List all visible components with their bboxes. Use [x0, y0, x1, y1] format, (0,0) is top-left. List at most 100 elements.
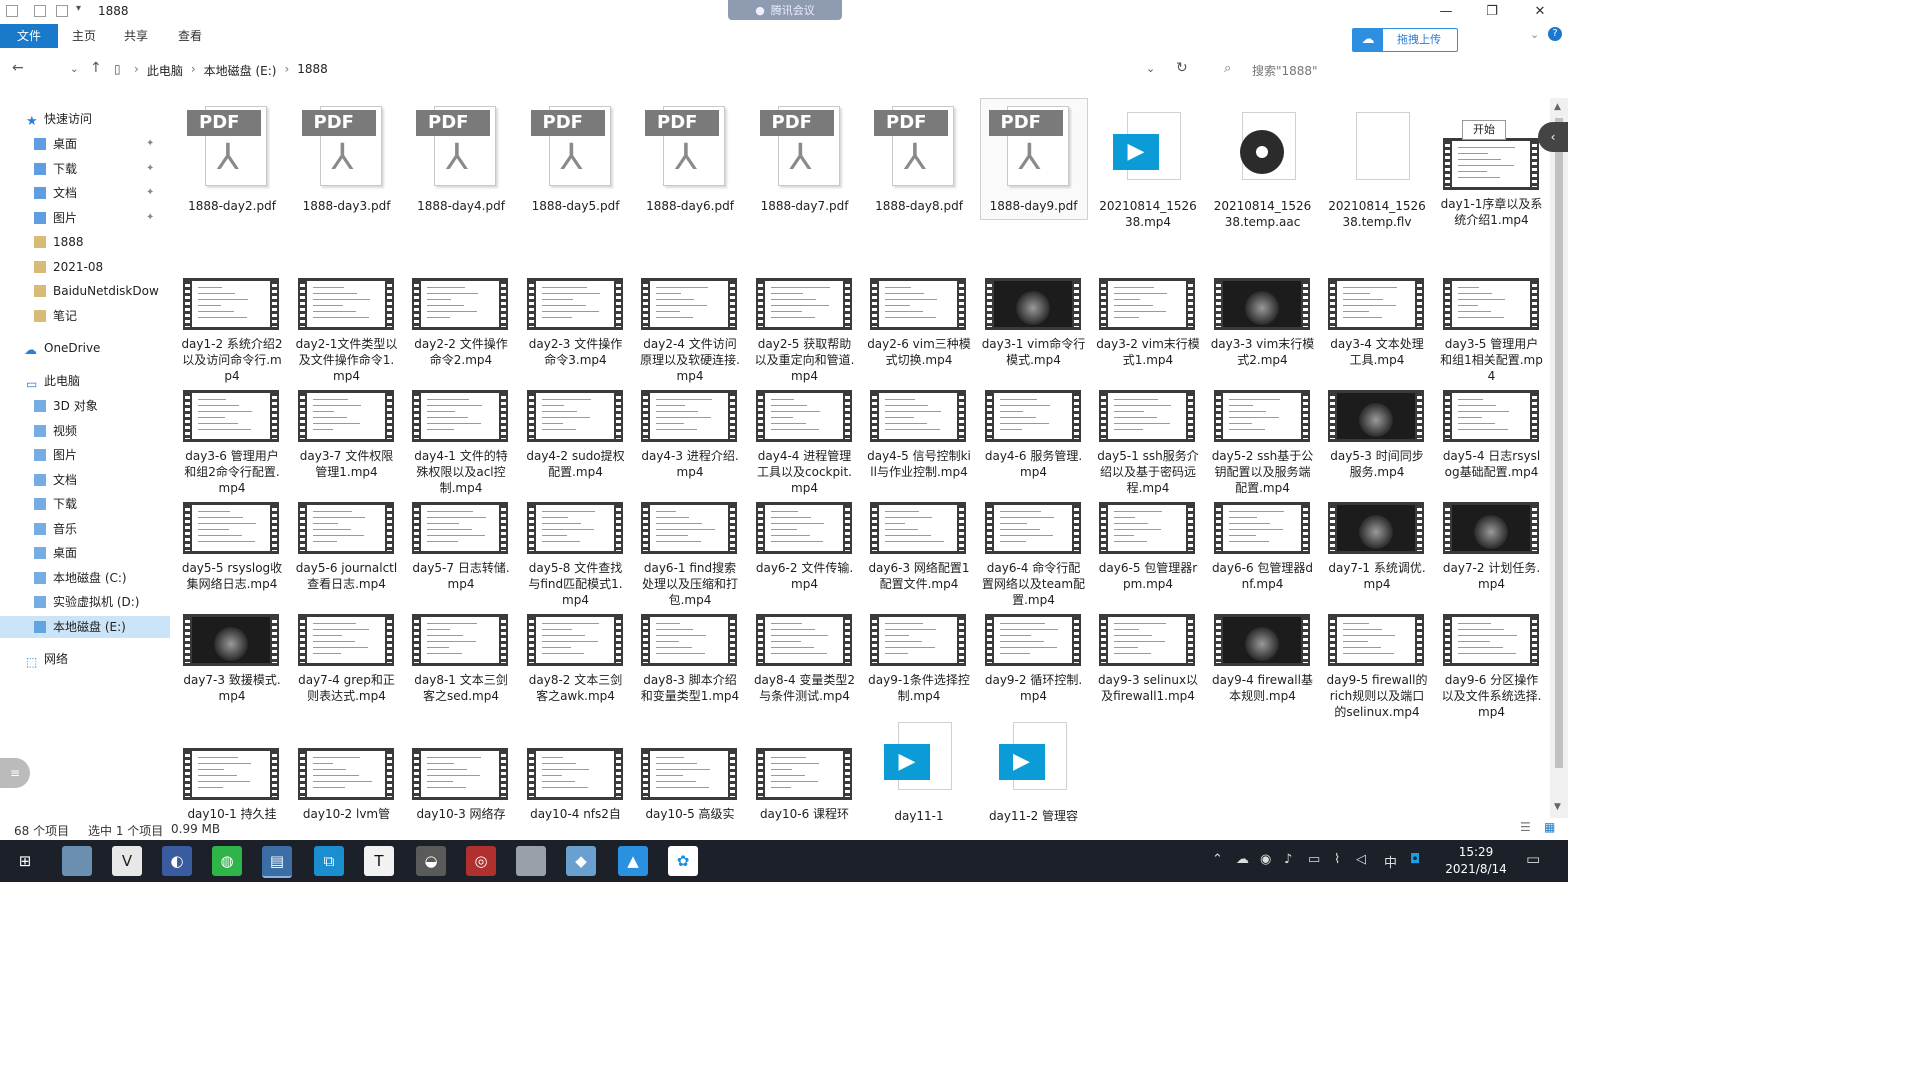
tab-share[interactable]: 共享 [114, 24, 158, 48]
nav-this-pc[interactable]: ▭ 此电脑 [0, 370, 170, 392]
file-item[interactable]: day8-1 文本三剑客之sed.mp4 [409, 574, 513, 703]
help-icon[interactable]: ? [1548, 27, 1562, 41]
wifi-icon[interactable]: ⌇ [1334, 852, 1340, 867]
file-item[interactable]: day6-1 find搜索处理以及压缩和打包.mp4 [638, 462, 742, 607]
volume-icon[interactable]: ◁ [1356, 852, 1366, 867]
file-item[interactable]: day5-6 journalctl查看日志.mp4 [295, 462, 399, 591]
file-item[interactable]: day1-2 系统介绍2以及访问命令行.mp4 [180, 238, 284, 383]
file-item[interactable]: day6-5 包管理器rpm.mp4 [1096, 462, 1200, 591]
music-app-icon[interactable]: ◎ [466, 846, 496, 876]
tray-app-icon[interactable]: ◉ [1260, 852, 1271, 867]
file-item[interactable]: day4-5 信号控制kill与作业控制.mp4 [867, 350, 971, 479]
notes-app-icon[interactable]: ◆ [566, 846, 596, 876]
file-item[interactable]: day2-3 文件操作命令3.mp4 [524, 238, 628, 367]
nav-pc-item[interactable]: 本地磁盘 (C:) [0, 567, 170, 589]
file-item[interactable]: day9-2 循环控制.mp4 [982, 574, 1086, 703]
baidu-netdisk-icon[interactable]: ✿ [668, 846, 698, 876]
file-item[interactable]: day2-4 文件访问原理以及软硬连接.mp4 [638, 238, 742, 383]
file-item[interactable]: day5-2 ssh基于公钥配置以及服务端配置.mp4 [1211, 350, 1315, 495]
file-item[interactable]: day8-2 文本三剑客之awk.mp4 [524, 574, 628, 703]
nav-pc-item[interactable]: 音乐 [0, 518, 170, 540]
image-viewer-icon[interactable] [516, 846, 546, 876]
file-item[interactable]: day5-1 ssh服务介绍以及基于密码远程.mp4 [1096, 350, 1200, 495]
file-item[interactable]: day3-7 文件权限管理1.mp4 [295, 350, 399, 479]
nav-quick-item[interactable]: 笔记 [0, 305, 170, 327]
details-view-icon[interactable]: ☰ [1520, 820, 1531, 834]
nav-quick-item[interactable]: 桌面 ✦ [0, 133, 170, 155]
file-item[interactable]: PDF ⅄ 1888-day3.pdf [295, 98, 399, 213]
file-item[interactable]: 20210814_152638.temp.flv [1325, 98, 1429, 229]
file-item[interactable]: day5-5 rsyslog收集网络日志.mp4 [180, 462, 284, 591]
file-item[interactable]: PDF ⅄ 1888-day4.pdf [409, 98, 513, 213]
ime-indicator[interactable]: 中 [1384, 852, 1397, 871]
browser-icon[interactable]: ◐ [162, 846, 192, 876]
file-item[interactable]: day1-1序章以及系统介绍1.mp4 [1440, 98, 1544, 227]
large-icons-view-icon[interactable]: ▦ [1544, 820, 1555, 834]
refresh-icon[interactable]: ↻ [1176, 60, 1188, 76]
nav-onedrive[interactable]: ☁ OneDrive [0, 337, 170, 359]
nav-pc-item[interactable]: 本地磁盘 (E:) [0, 615, 170, 638]
file-item[interactable]: 20210814_152638.temp.aac [1211, 98, 1315, 229]
maximize-button[interactable]: ❐ [1472, 2, 1512, 22]
nav-pc-item[interactable]: 文档 [0, 469, 170, 491]
tray-baidu-icon[interactable]: ☁ [1236, 852, 1249, 867]
ribbon-expand-icon[interactable]: ⌄ [1530, 28, 1539, 41]
battery-icon[interactable]: ▭ [1308, 852, 1320, 867]
file-item[interactable]: day2-6 vim三种模式切换.mp4 [867, 238, 971, 367]
file-item[interactable]: day5-8 文件查找与find匹配模式1.mp4 [524, 462, 628, 607]
file-item[interactable]: day10-1 持久挂 [180, 708, 284, 821]
file-item[interactable]: day2-2 文件操作命令2.mp4 [409, 238, 513, 367]
file-item[interactable]: day7-1 系统调优.mp4 [1325, 462, 1429, 591]
breadcrumb-current-folder[interactable]: 1888 [297, 62, 328, 79]
file-item[interactable]: day7-3 致援模式.mp4 [180, 574, 284, 703]
file-item[interactable]: day9-6 分区操作以及文件系统选择.mp4 [1440, 574, 1544, 719]
nav-pc-item[interactable]: 3D 对象 [0, 395, 170, 417]
close-button[interactable]: ✕ [1520, 2, 1560, 22]
file-item[interactable]: day8-4 变量类型2与条件测试.mp4 [753, 574, 857, 703]
tab-file[interactable]: 文件 [0, 24, 58, 48]
nav-quick-item[interactable]: 1888 [0, 231, 170, 253]
photos-icon[interactable]: ▲ [618, 846, 648, 876]
file-item[interactable]: day6-2 文件传输.mp4 [753, 462, 857, 591]
file-item[interactable]: day4-4 进程管理工具以及cockpit.mp4 [753, 350, 857, 495]
file-item[interactable]: day3-1 vim命令行模式.mp4 [982, 238, 1086, 367]
typora-icon[interactable]: T [364, 846, 394, 876]
nav-pc-item[interactable]: 图片 [0, 444, 170, 466]
nav-pc-item[interactable]: 下载 [0, 493, 170, 515]
file-item[interactable]: day10-4 nfs2自 [524, 708, 628, 821]
drag-upload-button[interactable]: ☁ 拖拽上传 [1352, 28, 1458, 52]
breadcrumb-drive-e[interactable]: 本地磁盘 (E:) [204, 62, 277, 79]
file-item[interactable]: day5-3 时间同步服务.mp4 [1325, 350, 1429, 479]
scrollbar-thumb[interactable] [1555, 118, 1563, 768]
photo-app-icon[interactable] [62, 846, 92, 876]
file-item[interactable]: day3-5 管理用户和组1相关配置.mp4 [1440, 238, 1544, 383]
windows-icon[interactable]: ⊞ [10, 846, 40, 876]
pin-icon[interactable]: ✦ [146, 182, 154, 204]
nav-network[interactable]: ⬚ 网络 [0, 648, 170, 670]
explorer-icon[interactable]: ▤ [262, 846, 292, 878]
file-item[interactable]: day10-6 课程环 [753, 708, 857, 821]
tab-view[interactable]: 查看 [168, 24, 212, 48]
file-item[interactable]: day9-5 firewall的rich规则以及端口的selinux.mp4 [1325, 574, 1429, 719]
file-item[interactable]: day2-1文件类型以及文件操作命令1.mp4 [295, 238, 399, 383]
file-item[interactable]: day6-4 命令行配置网络以及team配置.mp4 [982, 462, 1086, 607]
file-item[interactable]: day9-4 firewall基本规则.mp4 [1211, 574, 1315, 703]
scroll-down-icon[interactable]: ▼ [1554, 802, 1561, 812]
microphone-icon[interactable]: ♪ [1284, 852, 1292, 867]
file-item[interactable]: day4-3 进程介绍.mp4 [638, 350, 742, 479]
file-item[interactable]: day5-4 日志rsyslog基础配置.mp4 [1440, 350, 1544, 479]
up-arrow-icon[interactable]: ↑ [90, 60, 102, 76]
window-switch-icon[interactable]: ⧉ [314, 846, 344, 876]
nav-quick-item[interactable]: 下载 ✦ [0, 158, 170, 180]
file-item[interactable]: day6-3 网络配置1配置文件.mp4 [867, 462, 971, 591]
nav-pc-item[interactable]: 实验虚拟机 (D:) [0, 591, 170, 613]
breadcrumb-this-pc[interactable]: 此电脑 [147, 62, 183, 79]
vivaldi-icon[interactable]: V [112, 846, 142, 876]
file-item[interactable]: day4-1 文件的特殊权限以及acl控制.mp4 [409, 350, 513, 495]
search-input[interactable] [1250, 60, 1544, 82]
pin-icon[interactable]: ✦ [146, 207, 154, 229]
file-item[interactable]: day3-4 文本处理工具.mp4 [1325, 238, 1429, 367]
file-item[interactable]: day2-5 获取帮助以及重定向和管道.mp4 [753, 238, 857, 383]
nav-quick-item[interactable]: 2021-08 [0, 256, 170, 278]
address-dropdown-icon[interactable]: ⌄ [1146, 62, 1155, 75]
